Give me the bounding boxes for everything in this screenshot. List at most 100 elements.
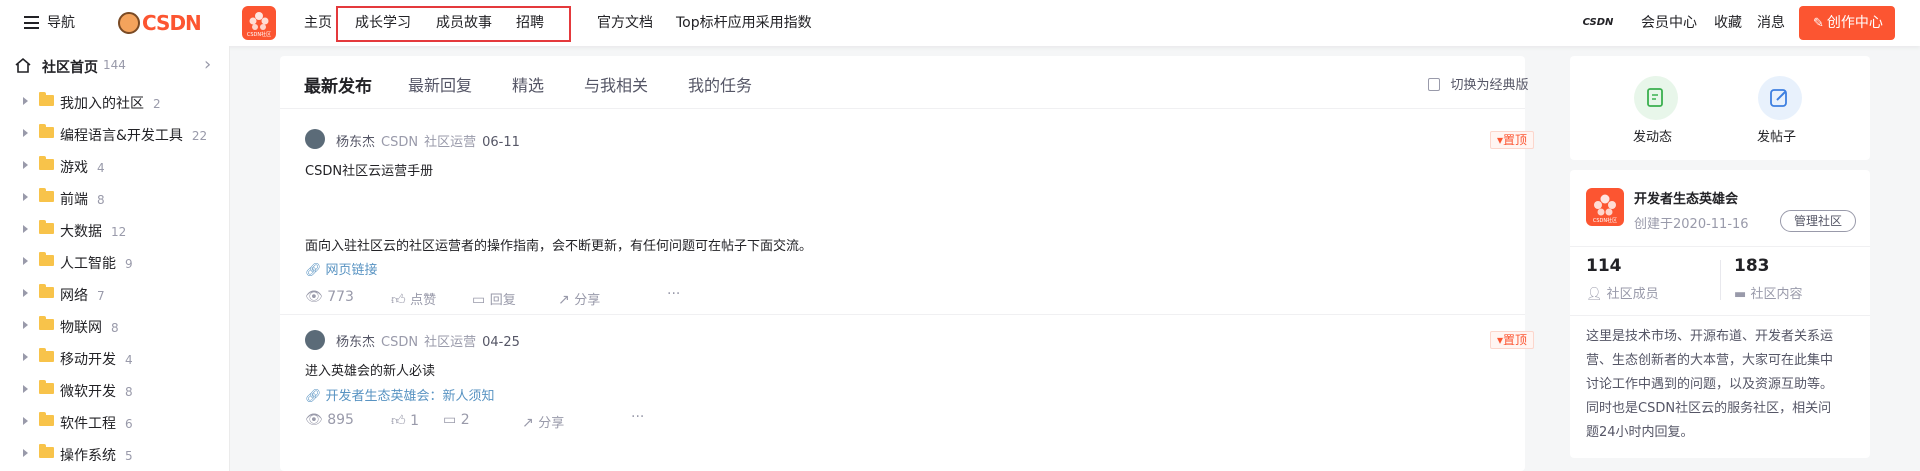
pinned-label: 置顶 [1503,333,1528,347]
caret-right-icon[interactable] [23,225,28,233]
sidebar-item[interactable]: 物联网 8 [0,311,229,343]
folder-icon: ▬ [1734,287,1747,302]
switch-layout-icon [1428,78,1440,91]
share-button[interactable]: ↗ 分享 [522,412,564,431]
caret-right-icon[interactable] [23,449,28,457]
post-org: CSDN [381,135,419,150]
more-options-button[interactable]: ··· [667,286,680,302]
folder-icon [39,380,54,394]
create-center-button[interactable]: ✎ 创作中心 [1799,6,1895,40]
sidebar-item-count: 8 [111,321,119,335]
post-link[interactable]: 🔗︎ 网页链接 [305,259,378,278]
chevron-right-icon[interactable]: › [204,54,211,75]
folder-icon [39,188,54,202]
nav-favorites[interactable]: 收藏 [1714,15,1742,31]
share-button[interactable]: ↗ 分享 [558,289,600,308]
new-post-button[interactable]: 发帖子 [1750,76,1810,146]
switch-classic-button[interactable]: 切换为经典版 [1428,74,1528,93]
sidebar-item[interactable]: 人工智能 9 [0,247,229,279]
sidebar-item-label: 游戏 4 [60,157,105,177]
caret-right-icon[interactable] [23,417,28,425]
tab-my-tasks[interactable]: 我的任务 [688,72,752,96]
views-count: 👁︎ 895 [305,412,354,428]
nav-link-docs[interactable]: 官方文档 [597,15,653,31]
post-card[interactable]: 杨东杰 CSDN 社区运营 06-11 ▾置顶 CSDN社区云运营手册 面向入驻社区云… [280,108,1534,314]
pinned-badge: ▾置顶 [1490,131,1534,149]
switch-classic-label: 切换为经典版 [1450,78,1529,93]
sidebar-item-label: 微软开发 8 [60,381,133,401]
sidebar-home-label: 社区首页 [42,60,98,76]
like-button[interactable]: 👍︎ 点赞 [391,289,436,308]
link-icon: 🔗︎ [305,263,322,278]
sidebar-item[interactable]: 我加入的社区 2 [0,87,229,119]
more-options-button[interactable]: ··· [631,409,644,425]
sidebar-item[interactable]: 软件工程 6 [0,407,229,439]
reply-button[interactable]: ▭ 回复 [472,289,516,308]
sidebar-item[interactable]: 网络 7 [0,279,229,311]
author-avatar[interactable] [305,330,325,350]
members-count: 114 [1586,256,1622,276]
sidebar-item[interactable]: 移动开发 4 [0,343,229,375]
caret-right-icon[interactable] [23,385,28,393]
sidebar-item-label: 移动开发 4 [60,349,133,369]
manage-community-button[interactable]: 管理社区 [1780,210,1856,232]
share-icon: ↗ [522,415,534,431]
community-description: 这里是技术市场、开源布道、开发者关系运 营、生态创新者的大本营，大家可在此集中 … [1586,325,1833,445]
community-name[interactable]: 开发者生态英雄会 [1634,188,1738,207]
sidebar-item-label: 软件工程 6 [60,413,133,433]
tab-related[interactable]: 与我相关 [584,72,648,96]
thumbs-up-icon: 👍︎ [391,413,406,429]
post-meta: 杨东杰 CSDN 社区运营 06-11 [336,131,520,150]
sidebar-item-count: 5 [125,449,133,463]
post-link[interactable]: 🔗︎ 开发者生态英雄会：新人须知 [305,385,495,404]
nav-link-home[interactable]: 主页 [304,15,332,31]
nav-messages[interactable]: 消息 [1757,15,1785,31]
description-line: 营、生态创新者的大本营，大家可在此集中 [1586,353,1834,368]
sidebar-item[interactable]: 微软开发 8 [0,375,229,407]
menu-icon[interactable] [24,16,39,29]
caret-right-icon[interactable] [23,257,28,265]
sidebar-item[interactable]: 操作系统 5 [0,439,229,471]
sidebar-item-count: 7 [97,289,105,303]
post-dynamic-button[interactable]: 发动态 [1626,76,1686,146]
tab-latest-reply[interactable]: 最新回复 [408,72,472,96]
sidebar-item-label: 我加入的社区 2 [60,93,161,113]
caret-right-icon[interactable] [23,97,28,105]
folder-icon [39,348,54,362]
nav-menu-label[interactable]: 导航 [47,15,75,31]
contents-count: 183 [1734,256,1770,276]
sidebar-item[interactable]: 游戏 4 [0,151,229,183]
community-card-logo[interactable]: CSDN社区 [1586,188,1624,226]
eye-icon: 👁︎ [305,412,323,428]
reply-button[interactable]: ▭ 2 [443,412,470,428]
post-title[interactable]: 进入英雄会的新人必读 [305,360,435,379]
sidebar-home[interactable]: 社区首页 144 › [0,49,229,83]
csdn-logo[interactable]: CSDN [118,10,202,36]
author-avatar[interactable] [305,129,325,149]
csdn-logo-mascot-icon [118,12,140,34]
sidebar-item[interactable]: 前端 8 [0,183,229,215]
caret-right-icon[interactable] [23,161,28,169]
tab-latest[interactable]: 最新发布 [304,72,372,97]
sidebar-item[interactable]: 编程语言&开发工具 22 [0,119,229,151]
post-author[interactable]: 杨东杰 [336,135,375,150]
caret-right-icon[interactable] [23,193,28,201]
post-title[interactable]: CSDN社区云运营手册 [305,160,433,179]
post-card[interactable]: 杨东杰 CSDN 社区运营 04-25 ▾置顶 进入英雄会的新人必读 🔗︎ 开发者生态英… [280,314,1534,471]
caret-right-icon[interactable] [23,129,28,137]
sidebar-item-name: 游戏 [60,160,88,176]
tab-featured[interactable]: 精选 [512,72,544,96]
like-button[interactable]: 👍︎ 1 [391,412,419,429]
caret-right-icon[interactable] [23,353,28,361]
user-avatar[interactable]: CSDN [1578,8,1618,38]
folder-icon [39,124,54,138]
post-author[interactable]: 杨东杰 [336,335,375,350]
nav-link-top-index[interactable]: Top标杆应用采用指数 [676,15,812,31]
community-logo[interactable]: CSDN社区 [242,6,276,40]
caret-right-icon[interactable] [23,289,28,297]
sidebar-item-label: 编程语言&开发工具 22 [60,125,207,145]
sidebar-item[interactable]: 大数据 12 [0,215,229,247]
caret-right-icon[interactable] [23,321,28,329]
stats-divider [1720,260,1721,300]
nav-member-center[interactable]: 会员中心 [1641,15,1697,31]
